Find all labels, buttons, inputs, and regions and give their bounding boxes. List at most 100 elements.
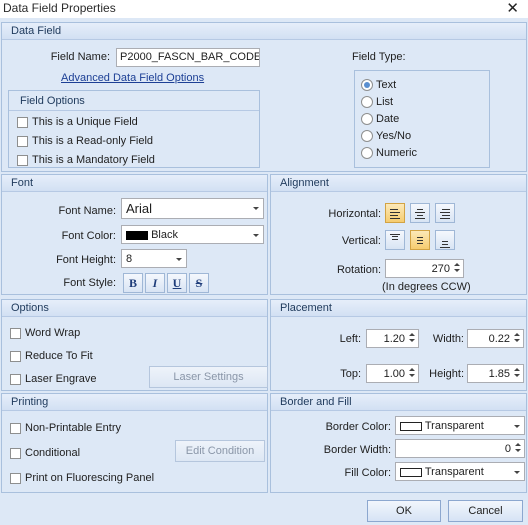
font-height-combo[interactable]: 8 [121,249,187,268]
non-printable-entry-label: Non-Printable Entry [25,422,121,434]
advanced-data-field-options-link[interactable]: Advanced Data Field Options [61,72,204,84]
font-height-label: Font Height: [56,254,116,266]
font-color-combo[interactable]: Black [121,225,264,244]
font-height-value: 8 [126,253,133,265]
height-label: Height: [429,368,464,380]
vertical-label: Vertical: [341,235,381,247]
title-bar: Data Field Properties ✕ [0,0,528,18]
height-spinner[interactable]: 1.85 [467,364,524,383]
color-swatch [400,467,422,477]
printing-header: Printing [2,394,267,411]
field-type-yes-no-label: Yes/No [376,130,412,142]
unique-field-checkbox[interactable] [17,117,28,128]
cancel-button[interactable]: Cancel [448,500,523,522]
font-header-label: Font [11,177,34,189]
chevron-down-icon [176,258,182,261]
laser-settings-button[interactable]: Laser Settings [149,366,268,388]
placement-header: Placement [271,300,526,317]
top-value: 1.00 [383,368,405,380]
fill-color-combo[interactable]: Transparent [395,462,525,481]
edit-condition-button[interactable]: Edit Condition [175,440,265,462]
close-icon[interactable]: ✕ [506,0,519,17]
left-spinner[interactable]: 1.20 [366,329,419,348]
field-type-date-radio[interactable] [361,113,373,125]
bold-icon[interactable]: B [123,273,143,293]
non-printable-entry-checkbox[interactable] [10,423,21,434]
options-header: Options [2,300,267,317]
read-only-field-checkbox[interactable] [17,136,28,147]
chevron-down-icon [514,425,520,428]
align-top-icon[interactable] [385,230,405,250]
dialog-window: Data Field Properties ✕ Data Field Field… [0,0,528,525]
printing-panel: Printing Non-Printable Entry Conditional… [1,393,268,493]
strikethrough-icon[interactable]: S [189,273,209,293]
rotation-label: Rotation: [336,264,381,276]
top-spinner[interactable]: 1.00 [366,364,419,383]
field-type-numeric-radio[interactable] [361,147,373,159]
field-type-list-radio[interactable] [361,96,373,108]
border-color-label: Border Color: [325,421,391,433]
font-header: Font [2,175,267,192]
border-fill-header: Border and Fill [271,394,526,411]
mandatory-field-label: This is a Mandatory Field [32,154,155,166]
laser-engrave-checkbox[interactable] [10,374,21,385]
window-title: Data Field Properties [3,1,116,15]
chevron-down-icon [253,207,259,210]
font-panel: Font Font Name: Arial Font Color: Black … [1,174,268,295]
border-color-combo[interactable]: Transparent [395,416,525,435]
align-bottom-icon[interactable] [435,230,455,250]
spinner-arrows-icon[interactable] [452,261,461,276]
border-width-spinner[interactable]: 0 [395,439,525,458]
font-name-value: Arial [126,201,153,216]
top-label: Top: [340,368,361,380]
left-value: 1.20 [383,333,405,345]
chevron-down-icon [514,471,520,474]
spinner-arrows-icon[interactable] [512,366,521,381]
rotation-note: (In degrees CCW) [382,281,471,293]
rotation-spinner[interactable]: 270 [385,259,464,278]
rotation-value: 270 [431,263,450,275]
conditional-label: Conditional [25,447,81,459]
spinner-arrows-icon[interactable] [512,331,521,346]
field-type-date-label: Date [376,113,400,125]
left-label: Left: [339,333,361,345]
alignment-header-label: Alignment [280,177,329,189]
horizontal-label: Horizontal: [328,208,381,220]
underline-icon[interactable]: U [167,273,187,293]
border-color-value: Transparent [424,420,484,432]
fill-color-display: Transparent [400,466,484,478]
reduce-to-fit-checkbox[interactable] [10,351,21,362]
dialog-footer: OK Cancel [0,496,528,525]
print-on-fluorescing-panel-checkbox[interactable] [10,473,21,484]
word-wrap-label: Word Wrap [25,327,81,339]
field-options-group: Field Options This is a Unique Field Thi… [8,90,260,168]
mandatory-field-checkbox[interactable] [17,155,28,166]
border-fill-header-label: Border and Fill [280,396,352,408]
align-left-icon[interactable] [385,203,405,223]
spinner-arrows-icon[interactable] [407,331,416,346]
font-color-display: Black [126,229,178,241]
italic-icon[interactable]: I [145,273,165,293]
field-type-text-label: Text [376,79,397,91]
ok-button[interactable]: OK [367,500,441,522]
align-middle-icon[interactable] [410,230,430,250]
align-right-icon[interactable] [435,203,455,223]
field-type-yes-no-radio[interactable] [361,130,373,142]
align-center-icon[interactable] [410,203,430,223]
width-label: Width: [432,333,464,345]
options-panel: Options Word Wrap Reduce To Fit Laser En… [1,299,268,391]
border-fill-panel: Border and Fill Border Color: Transparen… [270,393,527,493]
word-wrap-checkbox[interactable] [10,328,21,339]
fill-color-label: Fill Color: [344,467,391,479]
field-name-input[interactable]: P2000_FASCN_BAR_CODE_ [116,48,260,67]
spinner-arrows-icon[interactable] [407,366,416,381]
conditional-checkbox[interactable] [10,448,21,459]
width-value: 0.22 [488,333,510,345]
alignment-panel: Alignment Horizontal: Vertical: Rotation… [270,174,527,295]
font-style-label: Font Style: [63,277,116,289]
placement-header-label: Placement [280,302,332,314]
width-spinner[interactable]: 0.22 [467,329,524,348]
spinner-arrows-icon[interactable] [513,441,522,456]
field-type-text-radio[interactable] [361,79,373,91]
font-name-combo[interactable]: Arial [121,198,264,219]
